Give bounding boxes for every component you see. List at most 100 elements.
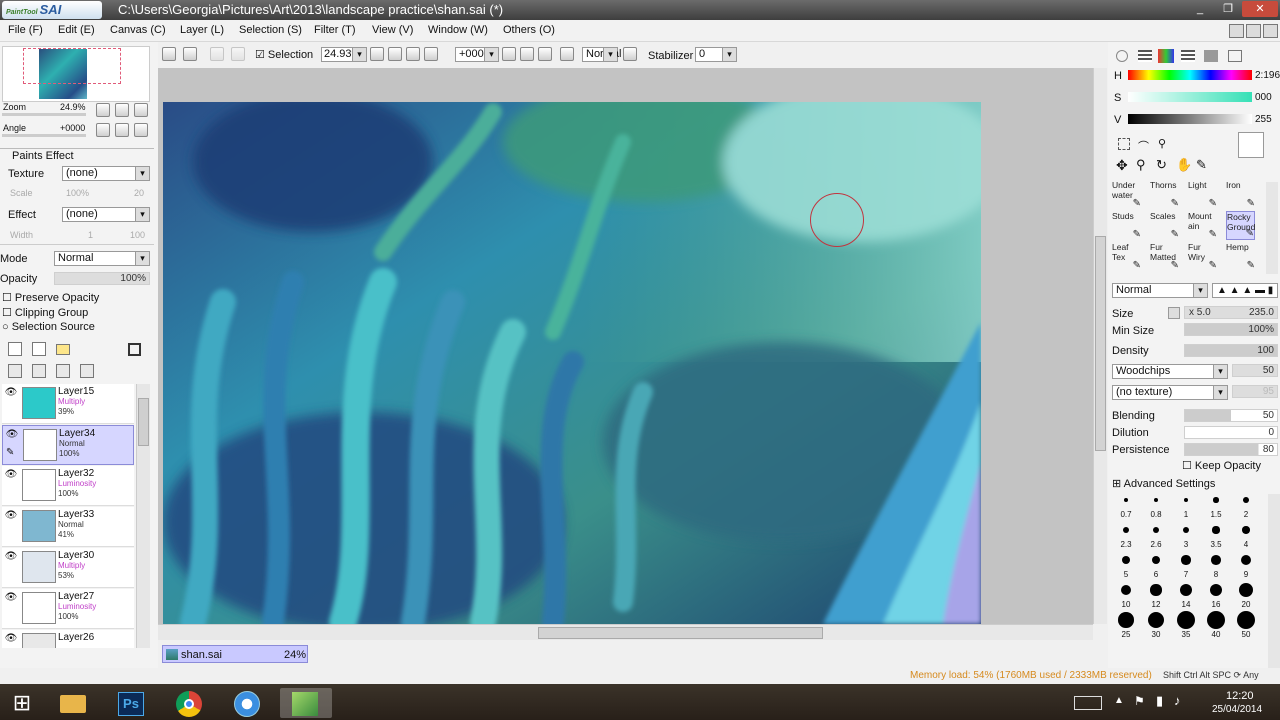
flag-icon[interactable]: ⚑: [1134, 694, 1145, 708]
brush-preset[interactable]: Mount ain ✎: [1188, 211, 1217, 240]
rect-select-icon[interactable]: [1118, 138, 1130, 150]
layer-row[interactable]: 👁 Layer15 Multiply 39%: [2, 384, 134, 424]
brush-preset[interactable]: Fur Wiry ✎: [1188, 242, 1217, 271]
navigator-view-rect[interactable]: [23, 48, 121, 84]
deselect-button[interactable]: [210, 47, 224, 61]
zoom-fit-button[interactable]: [406, 47, 420, 61]
brush-preset[interactable]: Rocky Ground ✎: [1226, 211, 1255, 240]
stabilizer-dropdown[interactable]: 0: [695, 47, 737, 62]
eye-icon[interactable]: 👁: [4, 551, 18, 563]
layer-row[interactable]: 👁 Layer33 Normal 41%: [2, 507, 134, 547]
eye-icon[interactable]: 👁: [4, 510, 18, 522]
brush-preset[interactable]: Scales ✎: [1150, 211, 1179, 240]
brush-size-dot[interactable]: [1211, 555, 1221, 565]
paints-effect-header[interactable]: Paints Effect: [0, 148, 154, 162]
menu-filter[interactable]: Filter (T): [314, 24, 356, 36]
brush-size-dot[interactable]: [1151, 555, 1161, 565]
menu-edit[interactable]: Edit (E): [58, 24, 95, 36]
paper-texture-dropdown[interactable]: (no texture): [1112, 385, 1228, 400]
mdi-minimize-button[interactable]: [1229, 24, 1244, 38]
keyboard-icon[interactable]: [1074, 696, 1102, 710]
size-multiplier-button[interactable]: [1168, 307, 1180, 319]
menu-selection[interactable]: Selection (S): [239, 24, 302, 36]
zoom-field[interactable]: 24.93%: [321, 47, 367, 62]
brush-size-dot[interactable]: [1123, 497, 1129, 503]
selection-source-checkbox[interactable]: ○ Selection Source: [2, 321, 95, 333]
brush-preset[interactable]: Fur Matted ✎: [1150, 242, 1179, 271]
brush-preset[interactable]: Under water ✎: [1112, 180, 1141, 209]
brush-blend-dropdown[interactable]: Normal: [1112, 283, 1208, 298]
rotate-reset-toolbar-button[interactable]: [538, 47, 552, 61]
brush-size-dot[interactable]: [1212, 526, 1220, 534]
dilution-slider[interactable]: 0: [1184, 426, 1278, 439]
itunes-icon[interactable]: [226, 688, 266, 718]
brush-preset[interactable]: Hemp ✎: [1226, 242, 1255, 271]
delete-layer-icon[interactable]: [80, 364, 94, 378]
brush-size-dot[interactable]: [1153, 497, 1159, 503]
layer-row[interactable]: 👁 Layer27 Luminosity 100%: [2, 589, 134, 629]
clock-time[interactable]: 12:20: [1226, 690, 1254, 702]
brush-size-dot[interactable]: [1152, 526, 1160, 534]
layer-list-scrollbar[interactable]: [136, 384, 150, 648]
transfer-down-icon[interactable]: [8, 364, 22, 378]
layer-mask-icon[interactable]: [128, 343, 141, 356]
brush-size-dot[interactable]: [1181, 555, 1191, 565]
clear-layer-icon[interactable]: [56, 364, 70, 378]
min-size-slider[interactable]: 100%: [1184, 323, 1278, 336]
hsv-slider-icon[interactable]: [1158, 49, 1174, 63]
zoom-tool-icon[interactable]: ⚲: [1136, 158, 1152, 174]
brush-size-dot[interactable]: [1118, 612, 1134, 628]
zoom-reset-button[interactable]: [134, 103, 148, 117]
zoom-reset-toolbar-button[interactable]: [424, 47, 438, 61]
new-linework-layer-icon[interactable]: [32, 342, 46, 356]
view-mode-field[interactable]: Normal: [582, 47, 621, 62]
saturation-slider[interactable]: [1128, 92, 1252, 102]
brush-size-dot[interactable]: [1182, 526, 1190, 534]
brush-preset[interactable]: Thorns ✎: [1150, 180, 1179, 209]
brush-size-scrollbar[interactable]: [1268, 494, 1280, 670]
brush-size-dot[interactable]: [1147, 611, 1165, 629]
density-slider[interactable]: 100: [1184, 344, 1278, 357]
brush-size-dot[interactable]: [1207, 611, 1225, 629]
preserve-opacity-checkbox[interactable]: ☐ Preserve Opacity: [2, 291, 99, 304]
canvas-vertical-scrollbar[interactable]: [1093, 68, 1107, 624]
selection-checkbox[interactable]: ☑ Selection: [255, 48, 313, 61]
photoshop-icon[interactable]: Ps: [110, 688, 150, 718]
mdi-close-button[interactable]: [1263, 24, 1278, 38]
persistence-slider[interactable]: 80: [1184, 443, 1278, 456]
brush-size-dot[interactable]: [1177, 611, 1195, 629]
eye-icon[interactable]: 👁: [5, 429, 19, 441]
new-layer-icon[interactable]: [8, 342, 22, 356]
size-slider[interactable]: x 5.0 235.0: [1184, 306, 1278, 319]
value-slider[interactable]: [1128, 114, 1252, 124]
layer-row[interactable]: 👁 Layer30 Multiply 53%: [2, 548, 134, 588]
layer-row[interactable]: 👁 Layer32 Luminosity 100%: [2, 466, 134, 506]
advanced-settings-toggle[interactable]: ⊞ Advanced Settings: [1112, 477, 1215, 490]
brush-preset[interactable]: Leaf Tex ✎: [1112, 242, 1141, 271]
network-icon[interactable]: ▮: [1156, 693, 1163, 709]
brush-size-dot[interactable]: [1213, 497, 1219, 503]
clock-date[interactable]: 25/04/2014: [1212, 704, 1262, 715]
menu-view[interactable]: View (V): [372, 24, 413, 36]
color-wheel-icon[interactable]: [1116, 50, 1128, 62]
brush-size-dot[interactable]: [1183, 497, 1189, 503]
maximize-button[interactable]: ❐: [1214, 1, 1242, 17]
brush-size-dot[interactable]: [1237, 611, 1255, 629]
menu-layer[interactable]: Layer (L): [180, 24, 224, 36]
blend-mode-dropdown[interactable]: Normal: [54, 251, 150, 266]
hand-icon[interactable]: ✋: [1176, 158, 1192, 174]
brush-size-dot[interactable]: [1121, 555, 1130, 564]
keep-opacity-checkbox[interactable]: ☐ Keep Opacity: [1182, 459, 1261, 472]
flip-horizontal-button[interactable]: [560, 47, 574, 61]
navigator-thumbnail[interactable]: [2, 46, 150, 102]
angle-field[interactable]: +000°: [455, 47, 499, 62]
rotate-reset-button[interactable]: [134, 123, 148, 137]
painting-canvas[interactable]: [163, 102, 981, 624]
merge-down-icon[interactable]: [32, 364, 46, 378]
brush-size-dot[interactable]: [1150, 584, 1162, 596]
undo-button[interactable]: [162, 47, 176, 61]
invert-selection-button[interactable]: [231, 47, 245, 61]
brush-preset[interactable]: Light ✎: [1188, 180, 1217, 209]
effect-dropdown[interactable]: (none): [62, 207, 150, 222]
brush-shape-selector[interactable]: ▲ ▲ ▲ ▬ ▮: [1212, 283, 1278, 298]
